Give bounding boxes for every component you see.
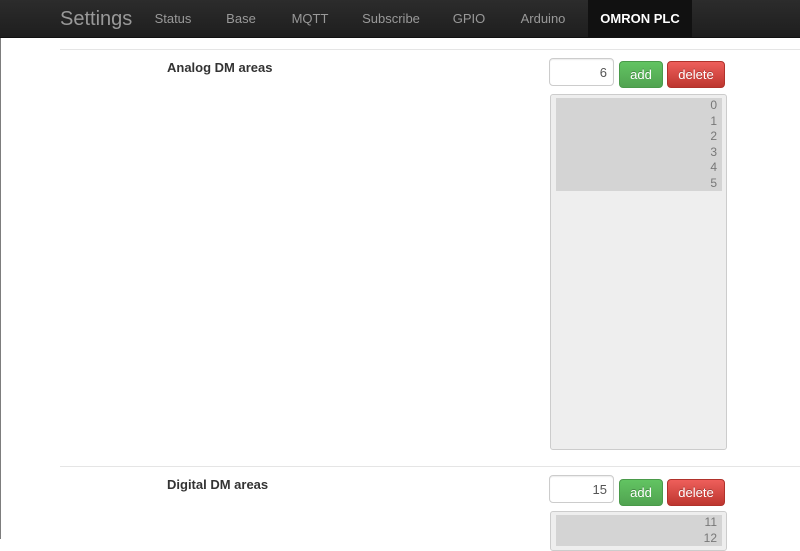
nav-tab-base[interactable]: Base	[212, 0, 270, 38]
digital-add-button[interactable]: add	[619, 479, 663, 506]
top-navbar: Settings Status Base MQTT Subscribe GPIO…	[0, 0, 800, 38]
list-item[interactable]: 1	[556, 114, 722, 130]
analog-selected-items: 0 1 2 3 4 5	[556, 98, 722, 191]
nav-tab-subscribe[interactable]: Subscribe	[349, 0, 433, 38]
list-item[interactable]: 5	[556, 176, 722, 192]
list-item[interactable]: 2	[556, 129, 722, 145]
window-left-edge	[0, 38, 1, 539]
nav-tab-gpio[interactable]: GPIO	[440, 0, 498, 38]
digital-section-label: Digital DM areas	[167, 477, 269, 492]
list-item[interactable]: 12	[556, 531, 722, 547]
section-divider	[60, 49, 800, 50]
digital-delete-button[interactable]: delete	[667, 479, 725, 506]
nav-tab-mqtt[interactable]: MQTT	[276, 0, 344, 38]
nav-tab-omron-plc[interactable]: OMRON PLC	[588, 0, 692, 38]
analog-area-list[interactable]: 0 1 2 3 4 5	[550, 94, 727, 450]
list-item[interactable]: 0	[556, 98, 722, 114]
section-divider	[60, 466, 800, 467]
list-item[interactable]: 4	[556, 160, 722, 176]
analog-area-input[interactable]	[549, 58, 614, 86]
digital-area-input[interactable]	[549, 475, 614, 503]
digital-selected-items: 11 12	[556, 515, 722, 546]
list-item[interactable]: 11	[556, 515, 722, 531]
analog-add-button[interactable]: add	[619, 61, 663, 88]
analog-delete-button[interactable]: delete	[667, 61, 725, 88]
brand-title[interactable]: Settings	[60, 0, 132, 38]
analog-section-label: Analog DM areas	[167, 60, 273, 75]
nav-tab-status[interactable]: Status	[142, 0, 204, 38]
nav-tab-arduino[interactable]: Arduino	[507, 0, 579, 38]
digital-area-list[interactable]: 11 12	[550, 511, 727, 551]
list-item[interactable]: 3	[556, 145, 722, 161]
